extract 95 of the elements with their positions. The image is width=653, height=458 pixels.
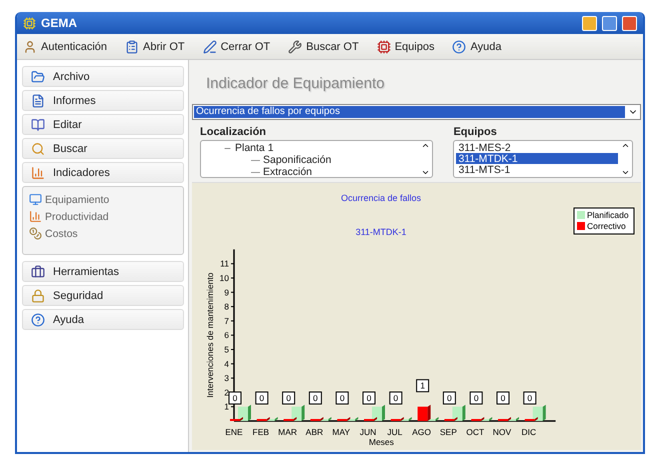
bar-chart-icon	[31, 166, 45, 180]
value-label: 0	[496, 392, 510, 404]
list-item[interactable]: 311-MES-2	[456, 142, 618, 153]
folder-icon	[31, 70, 45, 84]
sidebar-item[interactable]: Costos	[29, 227, 177, 240]
help-icon	[452, 40, 466, 54]
y-tick-label: 3	[224, 373, 230, 384]
sidebar-section[interactable]: Archivo	[22, 66, 184, 87]
value-label: 0	[282, 392, 296, 404]
scroll-up-icon[interactable]	[420, 141, 430, 150]
scroll-down-icon[interactable]	[620, 168, 630, 177]
chart-subtitle: 311-MTDK-1	[356, 227, 406, 237]
x-tick-label: OCT	[466, 427, 484, 437]
bar-chart-icon	[29, 210, 42, 223]
value-label: 0	[523, 392, 536, 404]
value-label: 0	[308, 392, 322, 404]
y-tick-label: 6	[224, 330, 230, 340]
pen-icon	[202, 40, 217, 54]
y-tick-label: 10	[220, 273, 230, 283]
toolbar-button[interactable]: Buscar OT	[286, 40, 361, 54]
x-tick-label: ABR	[306, 427, 324, 437]
y-tick-label: 11	[220, 258, 230, 269]
y-tick-label: 8	[224, 302, 230, 312]
tree-item[interactable]: Planta 1	[203, 142, 418, 154]
toolbar-button[interactable]: Autenticación	[21, 40, 110, 54]
x-tick-label: JUN	[360, 427, 376, 437]
chart-title: Ocurrencia de fallos	[340, 193, 422, 203]
x-tick-label: AGO	[412, 427, 432, 437]
sidebar-item[interactable]: Productividad	[29, 210, 177, 223]
user-icon	[23, 40, 37, 54]
close-button[interactable]	[622, 16, 637, 30]
sidebar-section[interactable]: Editar	[22, 114, 184, 135]
lock-icon	[31, 288, 45, 302]
toolbar-button[interactable]: Abrir OT	[123, 40, 187, 54]
sidebar-item[interactable]: Equipamiento	[29, 193, 177, 206]
toolbar-button[interactable]: Equipos	[374, 40, 436, 54]
window-title: GEMA	[41, 16, 78, 30]
wrench-icon	[288, 40, 302, 54]
y-tick-label: 9	[224, 287, 230, 298]
x-tick-label: MAY	[332, 427, 350, 437]
tree-item[interactable]: Extracción	[203, 166, 418, 177]
x-tick-label: JUL	[387, 427, 403, 437]
chip-icon	[376, 40, 391, 54]
list-item[interactable]: 311-MTS-1	[456, 164, 618, 175]
value-label: 0	[255, 392, 268, 404]
search-icon	[31, 142, 45, 156]
toolbar-button[interactable]: Cerrar OT	[200, 40, 272, 54]
field-label: Equipos	[453, 126, 498, 138]
monitor-icon	[29, 193, 42, 206]
x-axis-label: Meses	[368, 437, 394, 445]
y-tick-label: 1	[224, 402, 230, 412]
minimize-button[interactable]	[582, 16, 597, 30]
x-tick-label: SEP	[440, 427, 458, 437]
indicator-select[interactable]: Ocurrencia de fallos por equipos	[192, 104, 641, 120]
maximize-button[interactable]	[602, 16, 617, 30]
y-tick-label: 4	[224, 358, 230, 369]
x-tick-label: MAR	[278, 427, 298, 437]
tree-item[interactable]: Saponificación	[203, 154, 418, 166]
toolbar-button[interactable]: Ayuda	[450, 40, 504, 54]
list-item[interactable]: 311-MTDK-1	[456, 153, 618, 164]
sidebar-section[interactable]: Buscar	[22, 138, 184, 159]
page-heading: Indicador de Equipamiento	[205, 74, 386, 94]
x-tick-label: FEB	[252, 427, 270, 437]
scroll-down-icon[interactable]	[420, 168, 430, 177]
value-label: 0	[389, 392, 402, 404]
field-label: Localización	[200, 126, 268, 138]
help-icon	[31, 312, 45, 326]
value-label: 0	[228, 392, 242, 404]
value-label: 0	[470, 392, 483, 404]
sidebar-section[interactable]: Indicadores	[22, 162, 184, 183]
x-tick-label: NOV	[492, 427, 512, 437]
value-label: 0	[442, 392, 456, 404]
chart-legend	[574, 208, 634, 234]
y-axis-label: Intervenciones de mantenimiento	[205, 272, 215, 398]
scroll-up-icon[interactable]	[620, 141, 630, 150]
x-tick-label: ENE	[225, 427, 244, 437]
sidebar-section[interactable]: Ayuda	[22, 309, 184, 330]
y-tick-label: 2	[224, 387, 230, 398]
briefcase-icon	[31, 264, 45, 278]
value-label: 1	[416, 379, 430, 392]
y-tick-label: 5	[224, 344, 230, 354]
value-label: 0	[362, 392, 376, 404]
coins-icon	[29, 227, 42, 240]
legend-label: Planificado	[587, 210, 629, 220]
value-label: 0	[336, 392, 349, 404]
sidebar-section[interactable]: Herramientas	[22, 261, 184, 282]
book-icon	[31, 118, 45, 132]
sidebar-section[interactable]: Seguridad	[22, 285, 184, 306]
app-icon	[23, 16, 36, 30]
x-tick-label: DIC	[521, 427, 536, 437]
clipboard-icon	[125, 40, 140, 54]
sidebar-section[interactable]: Informes	[22, 90, 184, 111]
y-tick-label: 7	[224, 316, 230, 326]
legend-label: Correctivo	[587, 221, 626, 231]
document-icon	[31, 94, 45, 108]
